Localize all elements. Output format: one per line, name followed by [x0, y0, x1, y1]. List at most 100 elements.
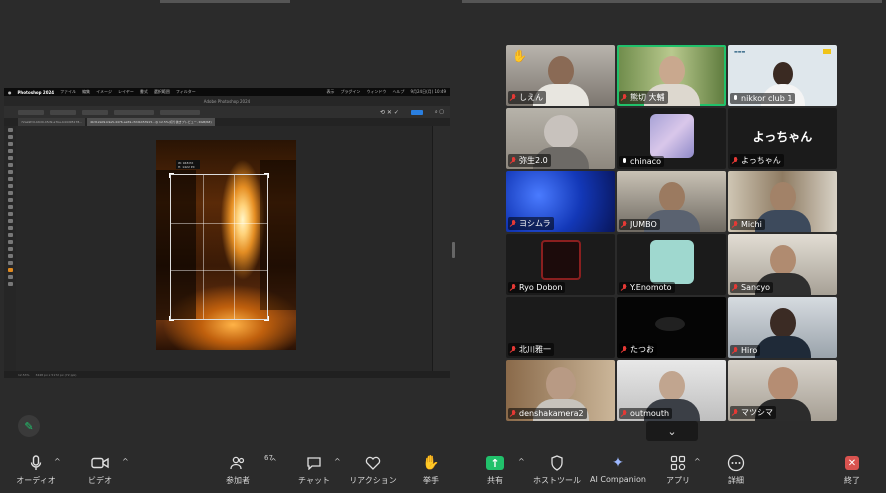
sparkle-icon: ✦ — [612, 455, 624, 471]
video-button[interactable]: ビデオ — [70, 453, 130, 486]
share-label: 共有 — [487, 476, 503, 485]
foreground-color-icon — [7, 268, 13, 272]
host-tools-button[interactable]: ホストツール — [527, 453, 587, 486]
participants-options-caret[interactable]: ^ — [270, 457, 277, 466]
participant-tile[interactable]: Michi — [728, 171, 837, 232]
host-tools-label: ホストツール — [533, 476, 581, 485]
blurred-video — [655, 317, 685, 331]
shield-icon — [551, 455, 563, 471]
end-label: 終了 — [844, 476, 860, 485]
participant-video — [754, 308, 811, 358]
crop-grid-line — [171, 270, 267, 272]
marquee-tool-icon — [7, 135, 13, 139]
participant-tile[interactable]: ✋ しえん — [506, 45, 615, 106]
quickmask-icon — [7, 275, 13, 279]
reactions-button[interactable]: リアクション — [343, 453, 403, 486]
participant-tile[interactable]: denshakamera2 — [506, 360, 615, 421]
ai-companion-button[interactable]: ✦ AI Companion — [588, 453, 648, 484]
mic-muted-icon — [621, 93, 628, 102]
mic-muted-icon — [732, 156, 739, 165]
mic-on-icon — [732, 94, 739, 103]
mic-muted-icon — [732, 408, 739, 417]
raise-hand-label: 挙手 — [423, 476, 439, 485]
eraser-tool-icon — [7, 198, 13, 202]
annotate-button[interactable]: ✎ — [18, 415, 40, 437]
reactions-label: リアクション — [349, 476, 397, 485]
type-tool-icon — [7, 233, 13, 237]
participant-tile[interactable]: たつお — [617, 297, 726, 358]
menu-item: イメージ — [96, 89, 112, 94]
participant-name: outmouth — [630, 409, 670, 418]
banner-text: ▬▬▬ — [734, 49, 746, 54]
stamp-tool-icon — [7, 184, 13, 188]
participant-tile[interactable]: Sancyo — [728, 234, 837, 295]
crop-tool-icon — [7, 156, 13, 160]
eyedropper-tool-icon — [7, 163, 13, 167]
participant-tile[interactable]: 熊切 大輔 — [617, 45, 726, 106]
participants-icon — [230, 456, 245, 470]
participant-name: ヨシムラ — [519, 219, 551, 228]
share-button[interactable]: ↑ 共有 — [465, 453, 525, 486]
mic-muted-icon — [510, 409, 517, 418]
participant-tile[interactable]: Y.Enomoto — [617, 234, 726, 295]
mic-muted-icon — [510, 219, 517, 228]
end-icon: ✕ — [845, 456, 859, 470]
pencil-icon: ✎ — [24, 419, 34, 433]
participant-tile[interactable]: よっちゃん よっちゃん — [728, 108, 837, 169]
participant-tile[interactable]: Ryo Dobon — [506, 234, 615, 295]
mic-muted-icon — [510, 283, 517, 292]
share-screen-icon: ↑ — [486, 456, 504, 470]
apple-icon: ● — [8, 89, 12, 95]
raise-hand-button[interactable]: ✋ 挙手 — [401, 453, 461, 486]
participant-tile[interactable]: JUMBO — [617, 171, 726, 232]
ps-canvas: W: 948 PX H: 1422 PX — [16, 126, 432, 371]
participant-name: Hiro — [741, 346, 758, 355]
participant-name: マツシマ — [741, 408, 773, 417]
chat-label: チャット — [298, 476, 330, 485]
audio-label: オーディオ — [16, 476, 56, 485]
crop-grid-line — [202, 175, 204, 319]
ps-statusbar: 12.53% 3448 px x 5172 px (72 ppi) — [4, 371, 450, 378]
participant-tile[interactable]: マツシマ — [728, 360, 837, 421]
ps-window-title: Adobe Photoshop 2024 — [203, 98, 251, 104]
video-options-caret[interactable]: ^ — [122, 457, 129, 466]
menu-item: ウィンドウ — [366, 89, 387, 94]
mac-menubar: ● Photoshop 2024 ファイル 編集 イメージ レイヤー 書式 選択… — [4, 88, 450, 96]
participant-tile[interactable]: ▬▬▬ nikkor club 1 — [728, 45, 837, 106]
status-size: 3448 px x 5172 px (72 ppi) — [35, 372, 77, 377]
more-icon — [727, 454, 745, 472]
participant-tile[interactable]: ヨシムラ — [506, 171, 615, 232]
participant-name: Sancyo — [741, 283, 771, 292]
pen-tool-icon — [7, 226, 13, 230]
ps-right-panel — [432, 126, 450, 371]
participant-name: chinaco — [630, 157, 661, 166]
participant-tile[interactable]: 北川雅一 — [506, 297, 615, 358]
chat-options-caret[interactable]: ^ — [334, 457, 341, 466]
collapse-gallery-button[interactable]: ⌄ — [646, 421, 698, 441]
participant-name: Michi — [741, 220, 762, 229]
status-zoom: 12.53% — [18, 372, 30, 377]
lasso-tool-icon — [7, 142, 13, 146]
participant-name: 熊切 大輔 — [630, 93, 665, 102]
share-options-caret[interactable]: ^ — [518, 457, 525, 466]
more-button[interactable]: 詳細 — [706, 453, 766, 486]
shared-screen[interactable]: ● Photoshop 2024 ファイル 編集 イメージ レイヤー 書式 選択… — [4, 88, 450, 378]
participant-tile[interactable]: Hiro — [728, 297, 837, 358]
mic-muted-icon — [621, 409, 628, 418]
ps-titlebar: Adobe Photoshop 2024 — [4, 96, 450, 106]
participants-button[interactable]: 67 参加者 — [208, 453, 273, 486]
crop-size-readout: W: 948 PX H: 1422 PX — [176, 160, 200, 169]
participant-tile[interactable]: chinaco — [617, 108, 726, 169]
menu-item: ファイル — [60, 89, 77, 94]
end-meeting-button[interactable]: ✕ 終了 — [822, 453, 882, 486]
participant-tile[interactable]: outmouth — [617, 360, 726, 421]
crop-handle — [169, 316, 174, 321]
raised-hand-icon: ✋ — [512, 49, 527, 63]
apps-options-caret[interactable]: ^ — [694, 457, 701, 466]
banner-logo-icon — [823, 49, 831, 54]
split-view-handle[interactable] — [452, 242, 455, 258]
audio-options-caret[interactable]: ^ — [54, 457, 61, 466]
hand-tool-icon — [7, 254, 13, 258]
participant-tile[interactable]: 弥生2.0 — [506, 108, 615, 169]
ps-cancel-icon: ⟲ ✕ ✓ — [379, 108, 399, 116]
